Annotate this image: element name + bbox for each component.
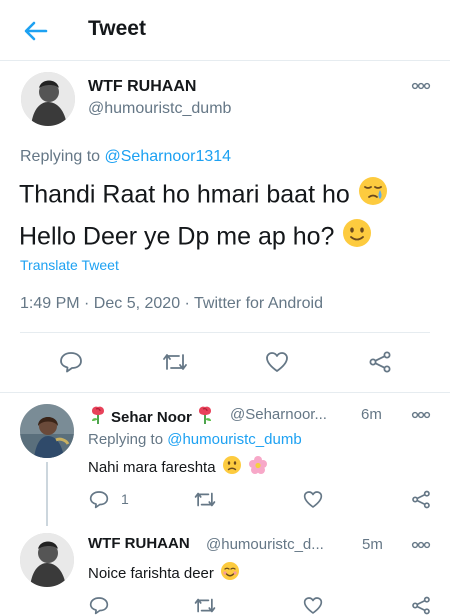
replying-to: Replying to @humouristc_dumb — [88, 431, 302, 448]
reply-text: Nahi mara fareshta — [88, 458, 216, 476]
author-name[interactable]: WTF RUHAAN — [88, 535, 190, 552]
divider — [0, 392, 450, 393]
tweet-text: Nahi mara fareshta — [88, 455, 268, 479]
reply-text: Noice farishta deer — [88, 564, 214, 582]
more-icon[interactable] — [410, 81, 432, 91]
timestamp: 6m — [361, 406, 382, 423]
tweet-text-line-2: Hello Deer ye Dp me ap ho? — [19, 222, 335, 251]
like-icon[interactable] — [302, 594, 324, 616]
reply-icon[interactable] — [88, 594, 110, 616]
tweet-text: Thandi Raat ho hmari baat ho Hello Deer … — [19, 175, 439, 259]
tweet-text: Noice farishta deer — [88, 561, 240, 585]
more-icon[interactable] — [410, 410, 432, 420]
share-icon[interactable] — [410, 594, 432, 616]
avatar[interactable] — [20, 404, 74, 458]
rose-icon — [88, 405, 108, 429]
author-handle[interactable]: @humouristc_d... — [206, 536, 324, 553]
share-icon[interactable] — [367, 350, 393, 374]
share-icon[interactable] — [410, 488, 432, 510]
replying-to-link[interactable]: @humouristc_dumb — [167, 431, 301, 448]
smile-face-icon — [341, 217, 373, 259]
reply-icon[interactable] — [58, 350, 84, 374]
retweet-icon[interactable] — [161, 350, 189, 374]
rose-icon — [195, 405, 215, 429]
avatar[interactable] — [20, 533, 74, 587]
reply-count: 1 — [121, 491, 129, 507]
like-icon[interactable] — [264, 350, 290, 374]
replying-label: Replying to — [88, 431, 168, 448]
tweet-text-line-1: Thandi Raat ho hmari baat ho — [19, 180, 350, 209]
page-title: Tweet — [88, 17, 146, 40]
timestamp: 5m — [362, 536, 383, 553]
translate-tweet-link[interactable]: Translate Tweet — [20, 257, 119, 273]
retweet-icon[interactable] — [193, 488, 217, 510]
retweet-icon[interactable] — [193, 594, 217, 616]
smiling-face-icon — [220, 561, 240, 585]
replying-to-link[interactable]: @Seharnoor1314 — [105, 148, 232, 165]
author-name-label: Sehar Noor — [111, 408, 192, 426]
like-icon[interactable] — [302, 488, 324, 510]
crying-face-icon — [357, 175, 389, 217]
more-icon[interactable] — [410, 540, 432, 550]
tweet-meta: 1:49 PM · Dec 5, 2020 · Twitter for Andr… — [20, 295, 323, 312]
back-arrow-icon[interactable] — [22, 18, 50, 44]
reply-icon[interactable] — [88, 488, 110, 510]
author-handle[interactable]: @Seharnoor... — [230, 406, 327, 423]
divider — [20, 332, 430, 333]
author-name-label: WTF RUHAAN — [88, 535, 190, 552]
blossom-icon — [248, 455, 268, 479]
author-handle[interactable]: @humouristc_dumb — [88, 100, 231, 118]
top-bar: Tweet — [0, 0, 450, 61]
author-name[interactable]: Sehar Noor — [88, 405, 215, 429]
frown-face-icon — [222, 455, 242, 479]
replying-to: Replying to @Seharnoor1314 — [20, 148, 231, 166]
replying-label: Replying to — [20, 148, 105, 165]
author-name[interactable]: WTF RUHAAN — [88, 78, 196, 96]
avatar[interactable] — [21, 72, 75, 126]
thread-line — [46, 462, 48, 526]
